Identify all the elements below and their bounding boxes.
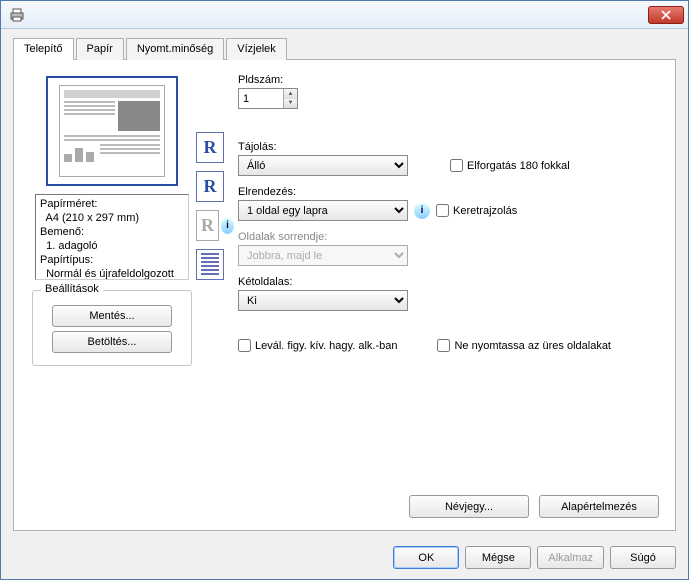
layout-icon: R [196,171,224,202]
tab-setup[interactable]: Telepítő [13,38,74,60]
group-title: Beállítások [41,283,103,295]
skip-blank-label: Ne nyomtassa az üres oldalakat [454,340,611,352]
close-button[interactable] [648,6,684,24]
info-icon[interactable]: i [414,203,430,219]
orientation-select[interactable]: Álló [238,155,408,176]
summary-line: Papírtípus: [40,253,184,267]
printer-icon [9,7,25,23]
help-button[interactable]: Súgó [610,546,676,569]
spin-up[interactable]: ▲ [283,89,297,99]
pageorder-select: Jobbra, majd le [238,245,408,266]
titlebar [1,1,688,29]
summary-line: 1. adagoló [40,239,184,253]
layout-select[interactable]: 1 oldal egy lapra [238,200,408,221]
border-label: Keretrajzolás [453,205,517,217]
border-checkbox[interactable]: Keretrajzolás [436,204,517,217]
save-settings-button[interactable]: Mentés... [52,305,172,327]
duplex-icon [196,249,224,280]
about-button[interactable]: Névjegy... [409,495,529,518]
rotate-checkbox[interactable]: Elforgatás 180 fokkal [450,159,570,172]
orientation-portrait-icon: R [196,132,224,163]
summary-line: Bemenő: [40,225,184,239]
summary-line: A4 (210 x 297 mm) [40,211,184,225]
settings-summary[interactable]: Papírméret: A4 (210 x 297 mm) Bemenő: 1.… [35,194,189,280]
layout-label: Elrendezés: [238,186,661,198]
summary-line: Normál és újrafeldolgozott [40,267,184,280]
spin-down[interactable]: ▼ [283,99,297,109]
copies-input[interactable] [239,89,283,108]
copies-label: Pldszám: [238,74,661,86]
close-icon [661,10,671,20]
skip-blank-checkbox[interactable]: Ne nyomtassa az üres oldalakat [437,339,611,352]
pageorder-label: Oldalak sorrendje: [238,231,661,243]
tab-strip: Telepítő Papír Nyomt.minőség Vízjelek [13,37,676,60]
summary-line: Papírméret: [40,197,184,211]
layout-icons: R R Ri [196,72,234,366]
duplex-select[interactable]: Ki [238,290,408,311]
load-settings-button[interactable]: Betöltés... [52,331,172,353]
rotate-label: Elforgatás 180 fokkal [467,160,570,172]
apply-button: Alkalmaz [537,546,604,569]
settings-group: Beállítások Mentés... Betöltés... [32,290,192,366]
duplex-label: Kétoldalas: [238,276,661,288]
copies-spinner[interactable]: ▲▼ [238,88,298,109]
print-dialog: Telepítő Papír Nyomt.minőség Vízjelek [0,0,689,580]
cancel-button[interactable]: Mégse [465,546,531,569]
dialog-footer: OK Mégse Alkalmaz Súgó [393,546,676,569]
skip-warning-label: Levál. figy. kív. hagy. alk.-ban [255,340,397,352]
ok-button[interactable]: OK [393,546,459,569]
skip-warning-checkbox[interactable]: Levál. figy. kív. hagy. alk.-ban [238,339,397,352]
tab-watermarks[interactable]: Vízjelek [226,38,287,60]
orientation-label: Tájolás: [238,141,661,153]
defaults-button[interactable]: Alapértelmezés [539,495,659,518]
tab-paper[interactable]: Papír [76,38,124,60]
page-preview [46,76,178,186]
info-icon[interactable]: i [221,218,234,234]
tab-panel: Papírméret: A4 (210 x 297 mm) Bemenő: 1.… [13,60,676,531]
tab-quality[interactable]: Nyomt.minőség [126,38,224,60]
pageorder-icon: R [196,210,219,241]
